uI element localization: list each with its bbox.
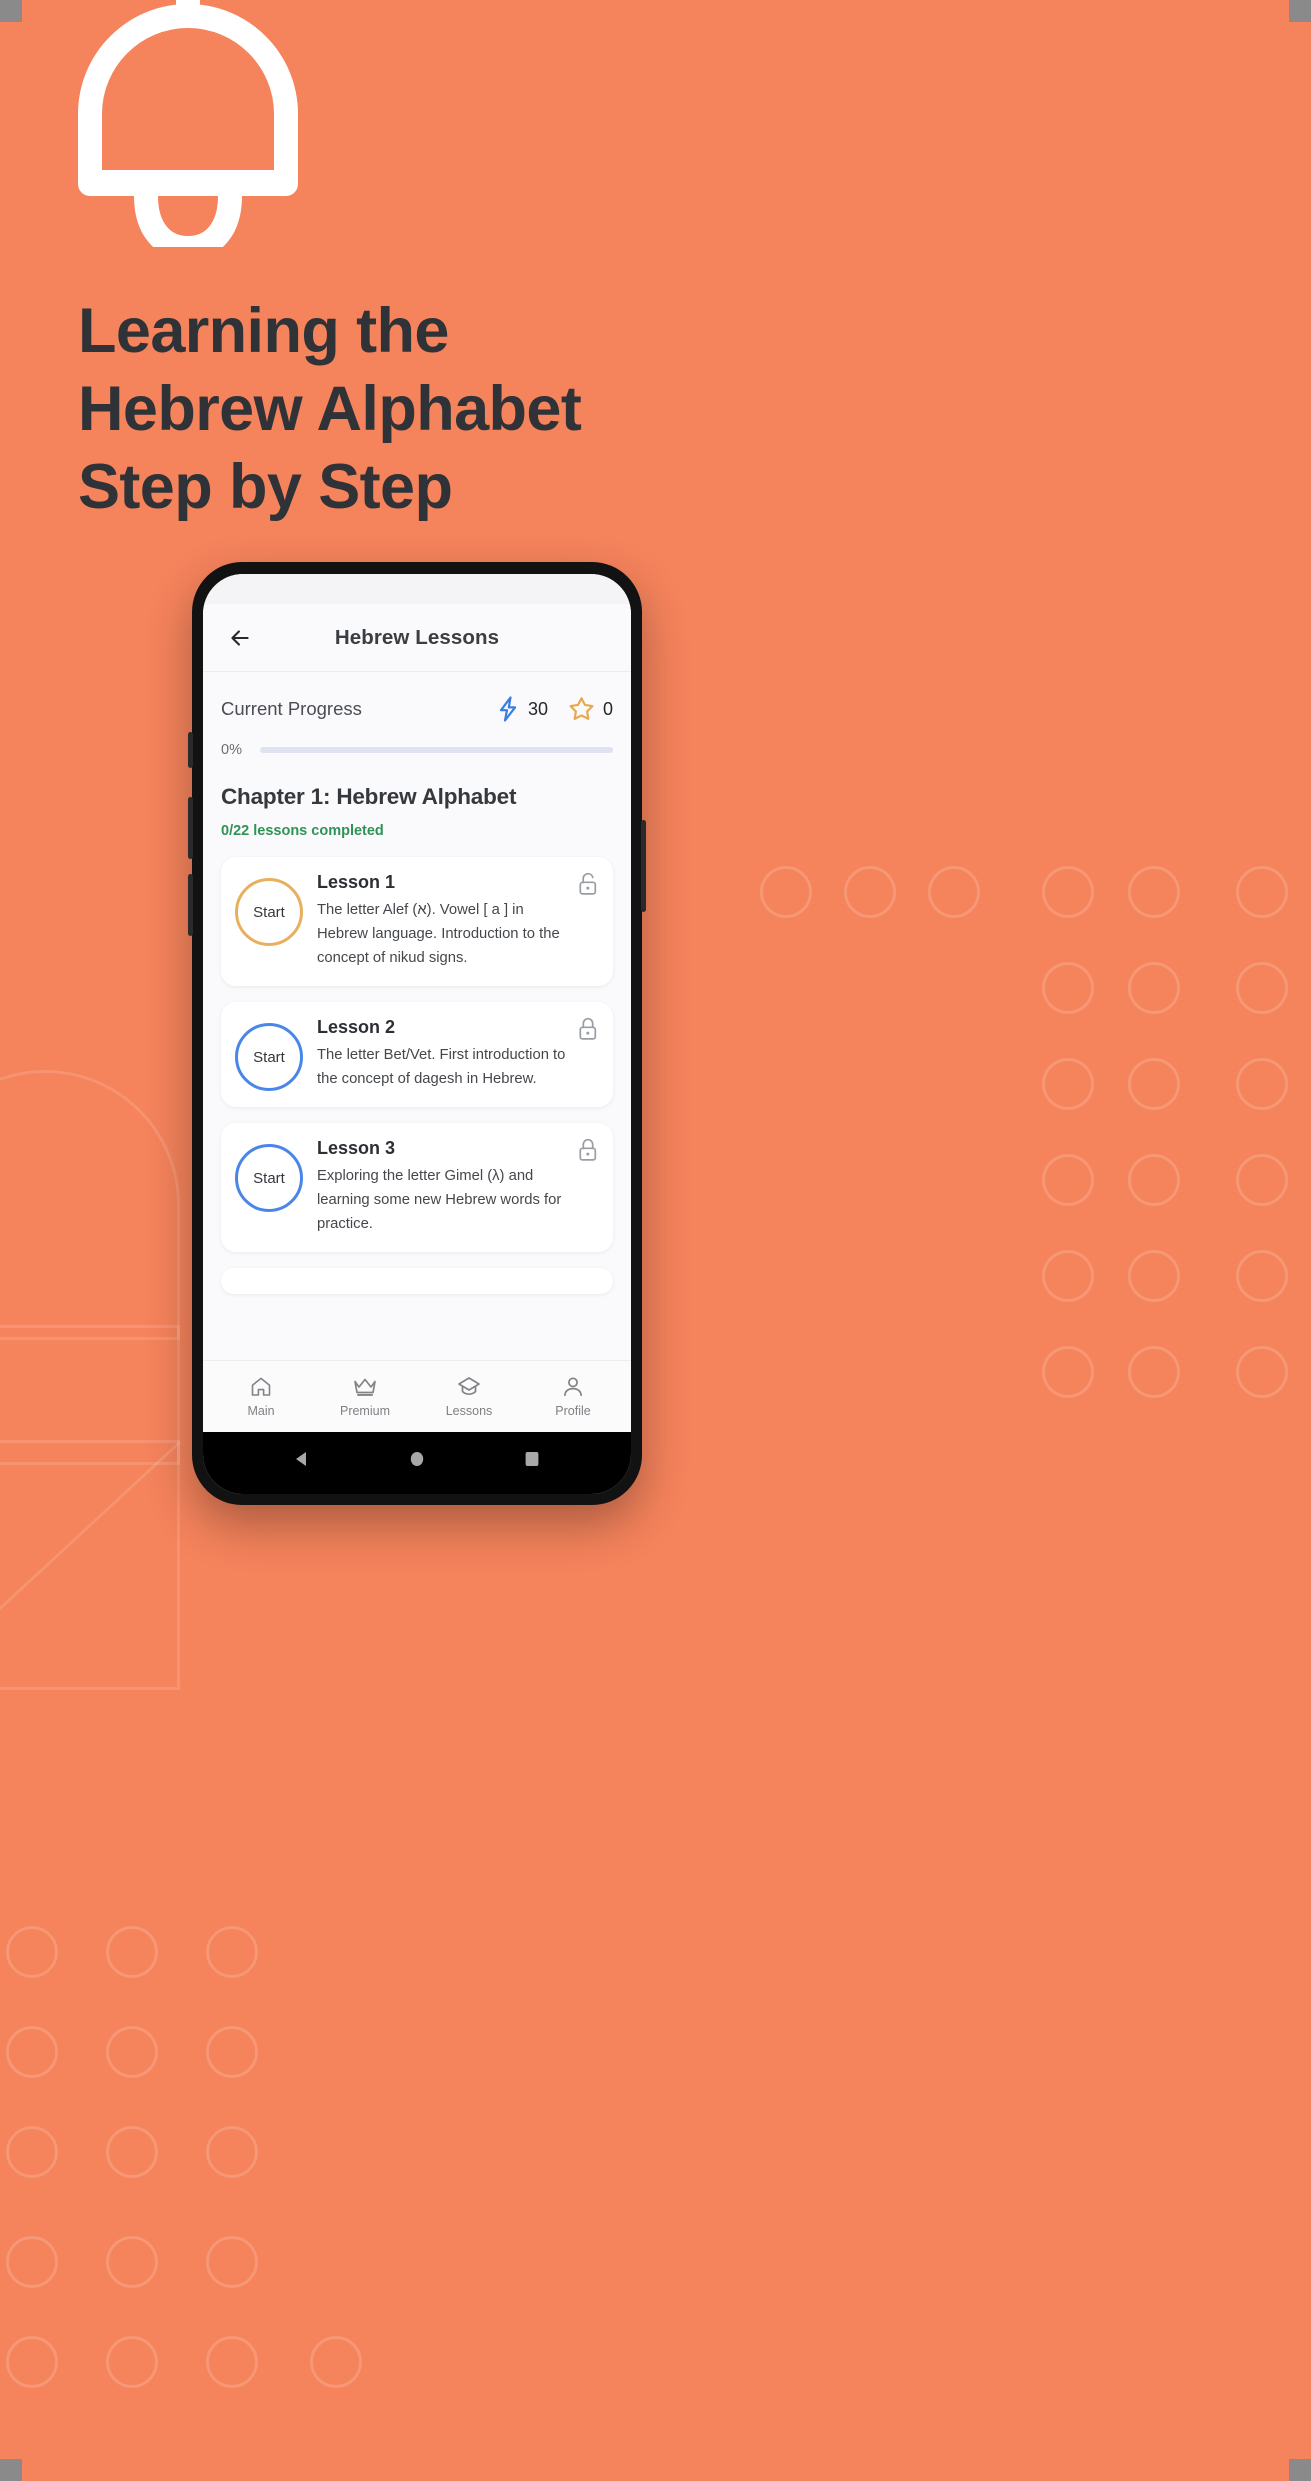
lessons-scroll-area[interactable]: Current Progress 30 0 0% Chapter 1: Hebr… [203,672,631,1360]
system-navigation-bar [203,1432,631,1494]
energy-stat[interactable]: 30 [496,696,548,722]
system-recents-button[interactable] [521,1448,543,1470]
arrow-left-icon [231,629,249,646]
app-header: Hebrew Lessons [203,604,631,672]
back-button[interactable] [223,621,257,655]
list-item[interactable]: Start Lesson 3 Exploring the letter Gime… [221,1123,613,1252]
corner-mark-bottom-left [0,2459,22,2481]
phone-power-button [641,820,646,912]
unlock-icon [577,872,599,896]
system-back-button[interactable] [291,1448,313,1470]
corner-mark-top-left [0,0,22,22]
progress-bar-track [260,747,613,753]
progress-row: Current Progress 30 0 [221,696,613,722]
list-item[interactable]: Start Lesson 1 The letter Alef (א). Vowe… [221,857,613,986]
app-title: Hebrew Lessons [334,625,500,649]
headline-line-2: Hebrew Alphabet [78,374,582,444]
home-icon [251,1377,271,1396]
start-button[interactable]: Start [235,1023,303,1091]
nav-label: Lessons [445,1404,493,1418]
lesson-title: Lesson 2 [317,1017,396,1037]
nav-item-profile[interactable]: Profile [530,1375,616,1418]
nav-item-main[interactable]: Main [218,1375,304,1418]
progress-bar-row: 0% [221,742,613,758]
status-bar [203,574,631,604]
recents-square-icon [525,1452,539,1466]
list-item[interactable]: Start Lesson 2 The letter Bet/Vet. First… [221,1002,613,1107]
stars-value: 0 [602,698,613,719]
nav-label: Premium [339,1404,390,1418]
start-button[interactable]: Start [235,878,303,946]
lesson-body: Lesson 1 The letter Alef (א). Vowel [ a … [317,872,599,970]
progress-percent-label: 0% [221,742,242,758]
person-icon [564,1377,582,1397]
lesson-description: The letter Alef (א). Vowel [ a ] in Hebr… [317,902,560,966]
star-outline-icon [569,697,594,720]
lesson-body: Lesson 2 The letter Bet/Vet. First intro… [317,1017,599,1091]
corner-mark-top-right [1289,0,1311,22]
energy-value: 30 [527,698,548,719]
chapter-title: Chapter 1: Hebrew Alphabet [221,784,517,809]
system-home-button[interactable] [406,1448,428,1470]
lock-icon [577,1138,599,1162]
start-button[interactable]: Start [235,1144,303,1212]
list-item[interactable] [221,1268,613,1294]
corner-mark-bottom-right [1289,2459,1311,2481]
phone-screen: Hebrew Lessons Current Progress 30 0 0% … [203,574,631,1494]
headline-line-1: Learning the [78,296,449,366]
phone-volume-up-button [188,797,193,859]
poster-canvas: Learning the Hebrew Alphabet Step by Ste… [0,0,1311,2481]
stats-group: 30 0 [496,696,613,722]
crown-icon [354,1378,376,1396]
nav-item-premium[interactable]: Premium [322,1375,408,1418]
lock-icon [577,1017,599,1041]
bell-icon [68,0,308,261]
page-title: Learning the Hebrew Alphabet Step by Ste… [78,292,778,526]
graduation-cap-icon [458,1377,480,1396]
stars-stat[interactable]: 0 [568,696,613,722]
home-circle-icon [410,1452,424,1466]
lesson-description: Exploring the letter Gimel (λ) and learn… [317,1168,562,1232]
lightning-bolt-icon [499,696,517,722]
phone-volume-down-button [188,874,193,936]
lesson-title: Lesson 1 [317,872,396,892]
progress-label: Current Progress [221,698,362,719]
nav-label: Profile [555,1404,591,1418]
lesson-body: Lesson 3 Exploring the letter Gimel (λ) … [317,1138,599,1236]
phone-mute-switch [188,732,193,768]
lesson-title: Lesson 3 [317,1138,396,1158]
chapter-completed-text: 0/22 lessons completed [221,823,384,839]
bottom-navigation: Main Premium Lessons Profile [203,1360,631,1432]
phone-mockup: Hebrew Lessons Current Progress 30 0 0% … [188,562,646,1505]
nav-item-lessons[interactable]: Lessons [426,1375,512,1418]
back-triangle-icon [296,1452,307,1466]
lesson-description: The letter Bet/Vet. First introduction t… [317,1047,566,1087]
nav-label: Main [247,1404,275,1418]
headline-line-3: Step by Step [78,452,453,522]
lesson-list: Start Lesson 1 The letter Alef (א). Vowe… [221,857,613,1294]
